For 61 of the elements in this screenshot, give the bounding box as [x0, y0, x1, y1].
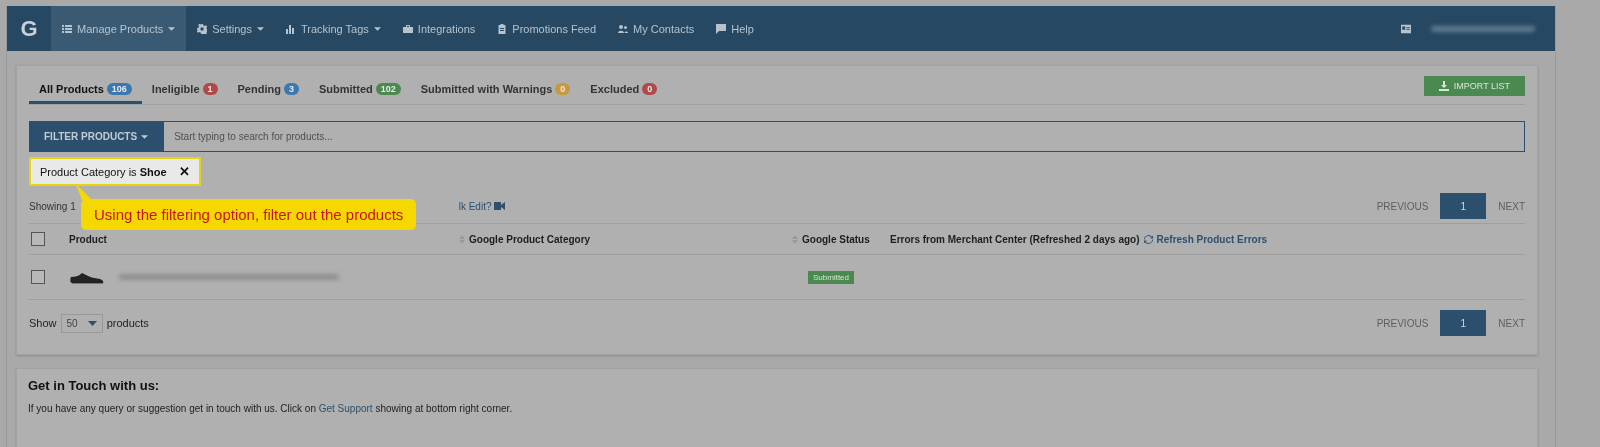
- column-header[interactable]: Product: [69, 233, 107, 245]
- video-camera-icon: [493, 202, 505, 210]
- count-badge: 106: [106, 83, 132, 95]
- id-card-icon: [1401, 23, 1411, 34]
- settings-icon: [197, 23, 208, 34]
- filter-products-button[interactable]: FILTER PRODUCTS: [29, 121, 164, 152]
- refresh-icon: [1143, 234, 1153, 244]
- checkbox[interactable]: [31, 270, 45, 284]
- briefcase-icon: [402, 23, 413, 34]
- refresh-product-errors-link[interactable]: Refresh Product Errors: [1156, 233, 1268, 245]
- bar-chart-icon: [285, 23, 296, 34]
- section-title: Get in Touch with us:: [28, 378, 161, 393]
- people-icon: [618, 23, 629, 34]
- logo[interactable]: G: [7, 6, 51, 51]
- column-header[interactable]: Google Product Category: [469, 233, 591, 245]
- showing-text: Showing 1: [29, 200, 76, 212]
- column-header: Errors from Merchant Center (Refreshed 2 days ago): [890, 233, 1140, 245]
- nav-item[interactable]: Tracking Tags: [274, 6, 392, 51]
- checkbox[interactable]: [31, 232, 45, 246]
- search-field[interactable]: Start typing to search for products...: [163, 121, 1525, 152]
- download-icon: [1438, 81, 1449, 91]
- caret-icon: [141, 134, 149, 139]
- contact-text: If you have any query or suggestion get in touch with us. Click on Get Support showing at bottom right corner.: [28, 403, 514, 414]
- previous-link[interactable]: PREVIOUS: [1376, 200, 1429, 212]
- next-link[interactable]: NEXT: [1498, 200, 1525, 212]
- show-label: Show: [29, 317, 57, 329]
- page-button[interactable]: 1: [1440, 193, 1487, 219]
- nav-item[interactable]: My Contacts: [607, 6, 706, 51]
- tab[interactable]: Excluded 0: [580, 83, 668, 104]
- page-button[interactable]: 1: [1440, 310, 1487, 336]
- count-badge: 102: [375, 83, 401, 95]
- next-link[interactable]: NEXT: [1498, 317, 1525, 329]
- bulk-edit-link[interactable]: lk Edit?: [458, 200, 492, 212]
- page-size-select[interactable]: 50: [60, 313, 103, 333]
- tooltip: Using the filtering option, filter out the products: [81, 199, 417, 230]
- nav-item[interactable]: Promotions Feed: [486, 6, 608, 51]
- count-badge: 1: [202, 83, 218, 95]
- products-label: products: [106, 317, 149, 329]
- get-support-link[interactable]: Get Support: [318, 403, 373, 414]
- chip-label: Product Category is Shoe: [40, 165, 167, 178]
- column-header: Google Status: [802, 233, 870, 245]
- tab[interactable]: All Products 106: [29, 83, 142, 104]
- tab[interactable]: Submitted with Warnings 0: [410, 83, 581, 104]
- previous-link[interactable]: PREVIOUS: [1376, 317, 1429, 329]
- tab[interactable]: Ineligible 1: [141, 83, 228, 104]
- clipboard-icon: [497, 23, 508, 34]
- nav-item[interactable]: Settings: [186, 6, 275, 51]
- nav-item[interactable]: Integrations: [391, 6, 487, 51]
- nav-item[interactable]: Help: [705, 6, 765, 51]
- close-icon[interactable]: ✕: [178, 164, 190, 179]
- count-badge: 3: [283, 83, 299, 95]
- tab[interactable]: Submitted 102: [308, 83, 411, 104]
- chat-icon: [716, 23, 727, 34]
- caret-icon: [87, 320, 97, 326]
- count-badge: 0: [642, 83, 658, 95]
- count-badge: 0: [555, 83, 571, 95]
- import-list-button[interactable]: IMPORT LIST: [1423, 76, 1525, 96]
- status-badge: Submitted: [808, 270, 855, 284]
- nav-item[interactable]: Manage Products: [51, 6, 187, 51]
- list-icon: [62, 23, 72, 34]
- tab[interactable]: Pending 3: [227, 83, 309, 104]
